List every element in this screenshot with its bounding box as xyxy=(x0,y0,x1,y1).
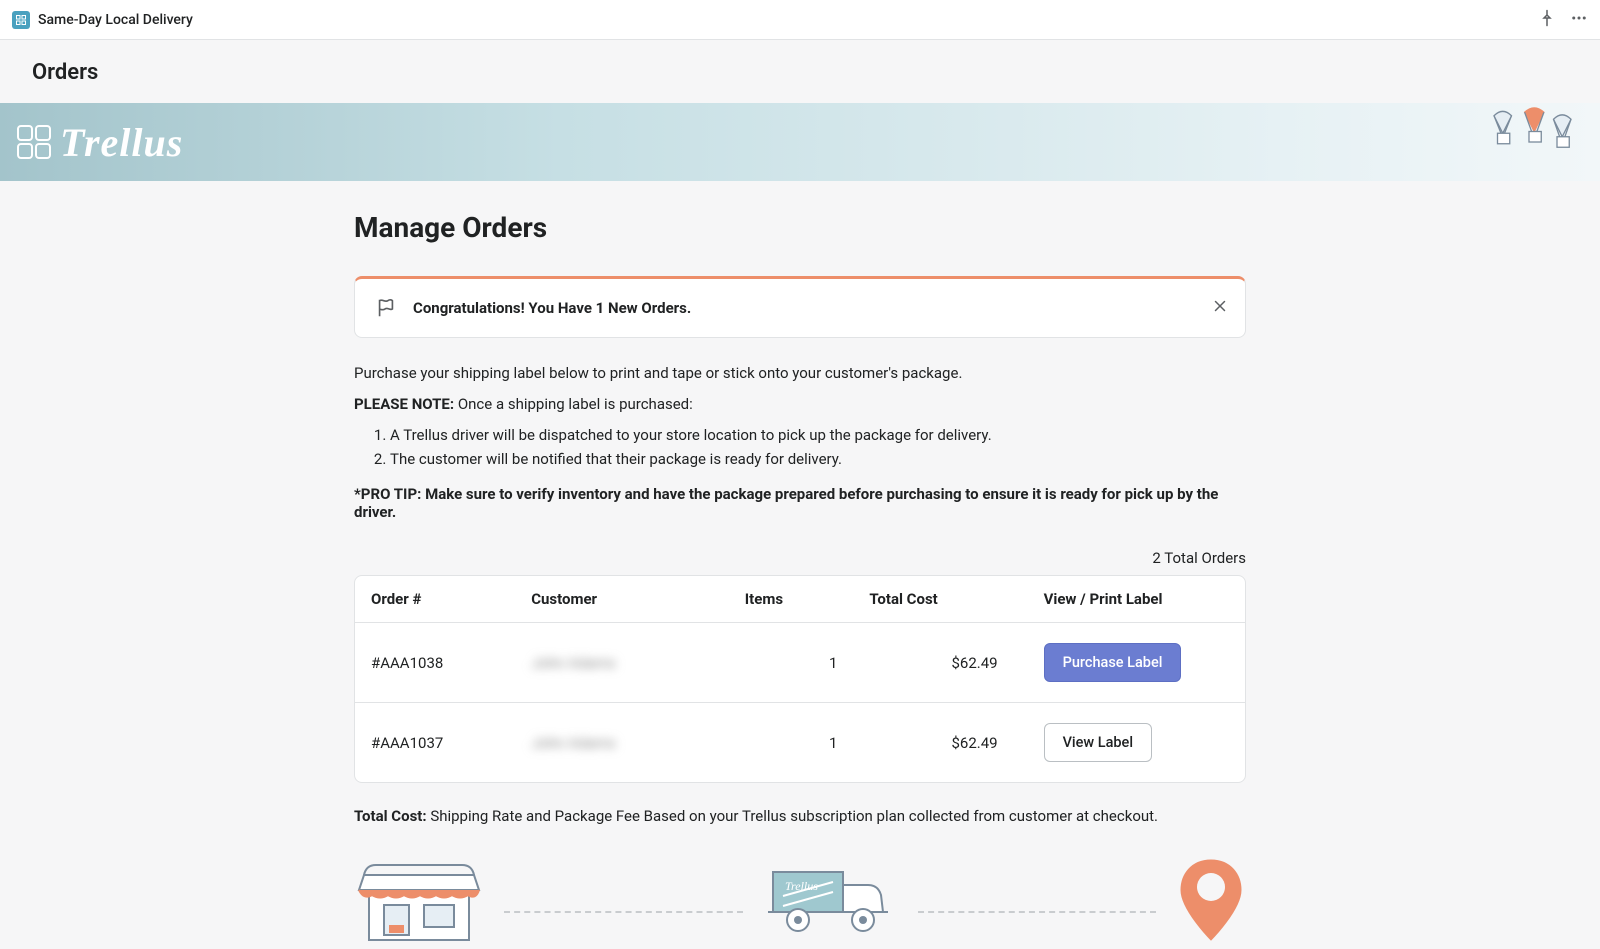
footer-note-text: Shipping Rate and Package Fee Based on y… xyxy=(427,807,1158,825)
table-header-row: Order # Customer Items Total Cost View /… xyxy=(355,576,1245,623)
alert-message: Congratulations! You Have 1 New Orders. xyxy=(413,299,691,317)
table-total-count: 2 Total Orders xyxy=(354,549,1246,567)
cell-order-number: #AAA1038 xyxy=(355,623,515,703)
info-line-1: Purchase your shipping label below to pr… xyxy=(354,362,1246,385)
info-note-text: Once a shipping label is purchased: xyxy=(454,395,693,413)
cell-cost: $62.49 xyxy=(853,703,1013,782)
customer-name-blurred: John Adams xyxy=(531,734,615,752)
page-header: Orders xyxy=(0,40,1600,103)
col-header-action: View / Print Label xyxy=(1014,576,1245,623)
cell-items: 1 xyxy=(729,703,854,782)
brand-grid-icon xyxy=(16,124,52,160)
close-icon[interactable] xyxy=(1211,297,1229,319)
main-heading: Manage Orders xyxy=(354,211,1246,244)
brand-logo: Trellus xyxy=(16,119,183,166)
col-header-customer: Customer xyxy=(515,576,729,623)
purchase-label-button[interactable]: Purchase Label xyxy=(1044,643,1182,682)
app-title: Same-Day Local Delivery xyxy=(38,12,193,28)
cell-action: View Label xyxy=(1014,703,1245,782)
store-illustration xyxy=(354,855,484,949)
col-header-cost: Total Cost xyxy=(853,576,1013,623)
table-row: #AAA1037 John Adams 1 $62.49 View Label xyxy=(355,703,1245,782)
info-note: PLEASE NOTE: Once a shipping label is pu… xyxy=(354,393,1246,416)
info-list-item-1: A Trellus driver will be dispatched to y… xyxy=(390,423,1246,447)
cell-order-number: #AAA1037 xyxy=(355,703,515,782)
more-icon[interactable] xyxy=(1570,9,1588,31)
brand-name: Trellus xyxy=(60,119,183,166)
info-note-label: PLEASE NOTE: xyxy=(354,395,454,413)
flag-icon xyxy=(375,297,397,319)
dashed-line-1 xyxy=(504,911,743,913)
info-list-item-2: The customer will be notified that their… xyxy=(390,447,1246,471)
page-title: Orders xyxy=(32,60,1568,85)
topbar: Same-Day Local Delivery xyxy=(0,0,1600,40)
parachute-packages-icon xyxy=(1474,107,1584,177)
customer-name-blurred: John Adams xyxy=(531,654,615,672)
cell-customer: John Adams xyxy=(515,703,729,782)
orders-table: Order # Customer Items Total Cost View /… xyxy=(354,575,1246,783)
table-row: #AAA1038 John Adams 1 $62.49 Purchase La… xyxy=(355,623,1245,703)
pin-illustration xyxy=(1176,855,1246,949)
brand-banner: Trellus xyxy=(0,103,1600,181)
view-label-button[interactable]: View Label xyxy=(1044,723,1152,762)
main-content: Manage Orders Congratulations! You Have … xyxy=(354,181,1246,949)
col-header-items: Items xyxy=(729,576,854,623)
cell-cost: $62.49 xyxy=(853,623,1013,703)
footer-note-label: Total Cost: xyxy=(354,807,427,825)
info-list: A Trellus driver will be dispatched to y… xyxy=(354,423,1246,471)
col-header-order: Order # xyxy=(355,576,515,623)
topbar-left: Same-Day Local Delivery xyxy=(12,11,193,29)
app-icon xyxy=(12,11,30,29)
cell-customer: John Adams xyxy=(515,623,729,703)
footer-note: Total Cost: Shipping Rate and Package Fe… xyxy=(354,807,1246,825)
cell-items: 1 xyxy=(729,623,854,703)
illustration-row: Trellus xyxy=(354,855,1246,949)
truck-illustration: Trellus xyxy=(763,860,898,944)
pro-tip: *PRO TIP: Make sure to verify inventory … xyxy=(354,485,1246,521)
topbar-actions xyxy=(1538,9,1588,31)
new-orders-alert: Congratulations! You Have 1 New Orders. xyxy=(354,276,1246,338)
pin-icon[interactable] xyxy=(1538,9,1556,31)
cell-action: Purchase Label xyxy=(1014,623,1245,703)
dashed-line-2 xyxy=(918,911,1157,913)
